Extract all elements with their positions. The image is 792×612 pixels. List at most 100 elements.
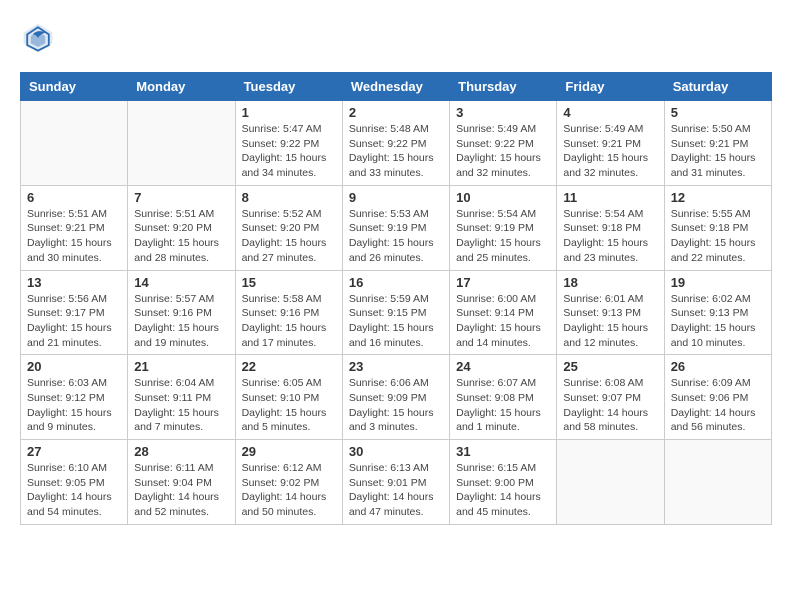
calendar-header-friday: Friday [557, 73, 664, 101]
calendar-cell: 18 Sunrise: 6:01 AM Sunset: 9:13 PM Dayli… [557, 270, 664, 355]
calendar-header-tuesday: Tuesday [235, 73, 342, 101]
day-info: Sunrise: 6:15 AM Sunset: 9:00 PM Dayligh… [456, 461, 550, 520]
calendar-cell: 25 Sunrise: 6:08 AM Sunset: 9:07 PM Dayli… [557, 355, 664, 440]
calendar-cell [664, 440, 771, 525]
day-number: 20 [27, 359, 121, 374]
day-info: Sunrise: 5:51 AM Sunset: 9:21 PM Dayligh… [27, 207, 121, 266]
calendar-cell: 21 Sunrise: 6:04 AM Sunset: 9:11 PM Dayli… [128, 355, 235, 440]
calendar-cell: 10Sunrise: 5:54 AM Sunset: 9:19 PM Dayli… [450, 185, 557, 270]
day-number: 26 [671, 359, 765, 374]
day-number: 25 [563, 359, 657, 374]
day-number: 8 [242, 190, 336, 205]
day-info: Sunrise: 5:49 AM Sunset: 9:22 PM Dayligh… [456, 122, 550, 181]
day-number: 4 [563, 105, 657, 120]
day-info: Sunrise: 5:56 AM Sunset: 9:17 PM Dayligh… [27, 292, 121, 351]
day-info: Sunrise: 6:12 AM Sunset: 9:02 PM Dayligh… [242, 461, 336, 520]
day-info: Sunrise: 6:09 AM Sunset: 9:06 PM Dayligh… [671, 376, 765, 435]
logo [20, 20, 60, 56]
calendar-cell: 27 Sunrise: 6:10 AM Sunset: 9:05 PM Dayli… [21, 440, 128, 525]
page-header [20, 20, 772, 56]
day-number: 12 [671, 190, 765, 205]
day-info: Sunrise: 5:57 AM Sunset: 9:16 PM Dayligh… [134, 292, 228, 351]
day-number: 28 [134, 444, 228, 459]
calendar-cell: 7 Sunrise: 5:51 AM Sunset: 9:20 PM Daylig… [128, 185, 235, 270]
day-info: Sunrise: 5:58 AM Sunset: 9:16 PM Dayligh… [242, 292, 336, 351]
calendar-cell: 12 Sunrise: 5:55 AM Sunset: 9:18 PM Dayli… [664, 185, 771, 270]
calendar-cell [128, 101, 235, 186]
calendar-week-row: 6 Sunrise: 5:51 AM Sunset: 9:21 PM Daylig… [21, 185, 772, 270]
day-info: Sunrise: 5:49 AM Sunset: 9:21 PM Dayligh… [563, 122, 657, 181]
calendar-header-thursday: Thursday [450, 73, 557, 101]
day-number: 23 [349, 359, 443, 374]
day-info: Sunrise: 6:02 AM Sunset: 9:13 PM Dayligh… [671, 292, 765, 351]
calendar-cell: 29 Sunrise: 6:12 AM Sunset: 9:02 PM Dayli… [235, 440, 342, 525]
calendar-cell: 1 Sunrise: 5:47 AM Sunset: 9:22 PM Daylig… [235, 101, 342, 186]
calendar-cell: 6 Sunrise: 5:51 AM Sunset: 9:21 PM Daylig… [21, 185, 128, 270]
calendar-cell: 9 Sunrise: 5:53 AM Sunset: 9:19 PM Daylig… [342, 185, 449, 270]
day-info: Sunrise: 6:00 AM Sunset: 9:14 PM Dayligh… [456, 292, 550, 351]
day-info: Sunrise: 5:48 AM Sunset: 9:22 PM Dayligh… [349, 122, 443, 181]
calendar-cell: 19Sunrise: 6:02 AM Sunset: 9:13 PM Dayli… [664, 270, 771, 355]
day-info: Sunrise: 5:59 AM Sunset: 9:15 PM Dayligh… [349, 292, 443, 351]
calendar-header-sunday: Sunday [21, 73, 128, 101]
day-number: 17 [456, 275, 550, 290]
calendar-cell: 23 Sunrise: 6:06 AM Sunset: 9:09 PM Dayli… [342, 355, 449, 440]
calendar-cell: 17 Sunrise: 6:00 AM Sunset: 9:14 PM Dayli… [450, 270, 557, 355]
calendar-cell: 16 Sunrise: 5:59 AM Sunset: 9:15 PM Dayli… [342, 270, 449, 355]
day-info: Sunrise: 5:54 AM Sunset: 9:18 PM Dayligh… [563, 207, 657, 266]
calendar-cell: 28 Sunrise: 6:11 AM Sunset: 9:04 PM Dayli… [128, 440, 235, 525]
calendar-cell: 26 Sunrise: 6:09 AM Sunset: 9:06 PM Dayli… [664, 355, 771, 440]
day-number: 29 [242, 444, 336, 459]
calendar: SundayMondayTuesdayWednesdayThursdayFrid… [20, 72, 772, 525]
calendar-header-saturday: Saturday [664, 73, 771, 101]
calendar-cell: 14 Sunrise: 5:57 AM Sunset: 9:16 PM Dayli… [128, 270, 235, 355]
day-number: 30 [349, 444, 443, 459]
day-number: 13 [27, 275, 121, 290]
calendar-week-row: 27 Sunrise: 6:10 AM Sunset: 9:05 PM Dayli… [21, 440, 772, 525]
calendar-week-row: 13 Sunrise: 5:56 AM Sunset: 9:17 PM Dayli… [21, 270, 772, 355]
day-number: 5 [671, 105, 765, 120]
day-info: Sunrise: 5:55 AM Sunset: 9:18 PM Dayligh… [671, 207, 765, 266]
calendar-week-row: 1 Sunrise: 5:47 AM Sunset: 9:22 PM Daylig… [21, 101, 772, 186]
day-info: Sunrise: 5:52 AM Sunset: 9:20 PM Dayligh… [242, 207, 336, 266]
day-number: 16 [349, 275, 443, 290]
day-number: 27 [27, 444, 121, 459]
day-number: 7 [134, 190, 228, 205]
day-number: 18 [563, 275, 657, 290]
day-info: Sunrise: 5:53 AM Sunset: 9:19 PM Dayligh… [349, 207, 443, 266]
day-number: 22 [242, 359, 336, 374]
day-number: 11 [563, 190, 657, 205]
calendar-cell: 8 Sunrise: 5:52 AM Sunset: 9:20 PM Daylig… [235, 185, 342, 270]
day-info: Sunrise: 6:10 AM Sunset: 9:05 PM Dayligh… [27, 461, 121, 520]
calendar-header-monday: Monday [128, 73, 235, 101]
calendar-header-wednesday: Wednesday [342, 73, 449, 101]
calendar-cell: 31 Sunrise: 6:15 AM Sunset: 9:00 PM Dayli… [450, 440, 557, 525]
calendar-cell: 3Sunrise: 5:49 AM Sunset: 9:22 PM Daylig… [450, 101, 557, 186]
calendar-cell: 13 Sunrise: 5:56 AM Sunset: 9:17 PM Dayli… [21, 270, 128, 355]
day-info: Sunrise: 6:04 AM Sunset: 9:11 PM Dayligh… [134, 376, 228, 435]
day-number: 1 [242, 105, 336, 120]
calendar-cell: 30 Sunrise: 6:13 AM Sunset: 9:01 PM Dayli… [342, 440, 449, 525]
day-number: 24 [456, 359, 550, 374]
day-number: 10 [456, 190, 550, 205]
day-info: Sunrise: 6:13 AM Sunset: 9:01 PM Dayligh… [349, 461, 443, 520]
day-info: Sunrise: 5:47 AM Sunset: 9:22 PM Dayligh… [242, 122, 336, 181]
day-info: Sunrise: 5:51 AM Sunset: 9:20 PM Dayligh… [134, 207, 228, 266]
calendar-week-row: 20Sunrise: 6:03 AM Sunset: 9:12 PM Dayli… [21, 355, 772, 440]
calendar-header-row: SundayMondayTuesdayWednesdayThursdayFrid… [21, 73, 772, 101]
calendar-cell: 22Sunrise: 6:05 AM Sunset: 9:10 PM Dayli… [235, 355, 342, 440]
day-info: Sunrise: 6:11 AM Sunset: 9:04 PM Dayligh… [134, 461, 228, 520]
calendar-cell [557, 440, 664, 525]
day-info: Sunrise: 6:06 AM Sunset: 9:09 PM Dayligh… [349, 376, 443, 435]
calendar-cell: 5Sunrise: 5:50 AM Sunset: 9:21 PM Daylig… [664, 101, 771, 186]
day-number: 14 [134, 275, 228, 290]
calendar-cell: 24Sunrise: 6:07 AM Sunset: 9:08 PM Dayli… [450, 355, 557, 440]
day-number: 6 [27, 190, 121, 205]
day-number: 31 [456, 444, 550, 459]
day-number: 2 [349, 105, 443, 120]
day-number: 21 [134, 359, 228, 374]
day-info: Sunrise: 6:08 AM Sunset: 9:07 PM Dayligh… [563, 376, 657, 435]
calendar-cell: 20Sunrise: 6:03 AM Sunset: 9:12 PM Dayli… [21, 355, 128, 440]
day-info: Sunrise: 6:01 AM Sunset: 9:13 PM Dayligh… [563, 292, 657, 351]
day-number: 9 [349, 190, 443, 205]
